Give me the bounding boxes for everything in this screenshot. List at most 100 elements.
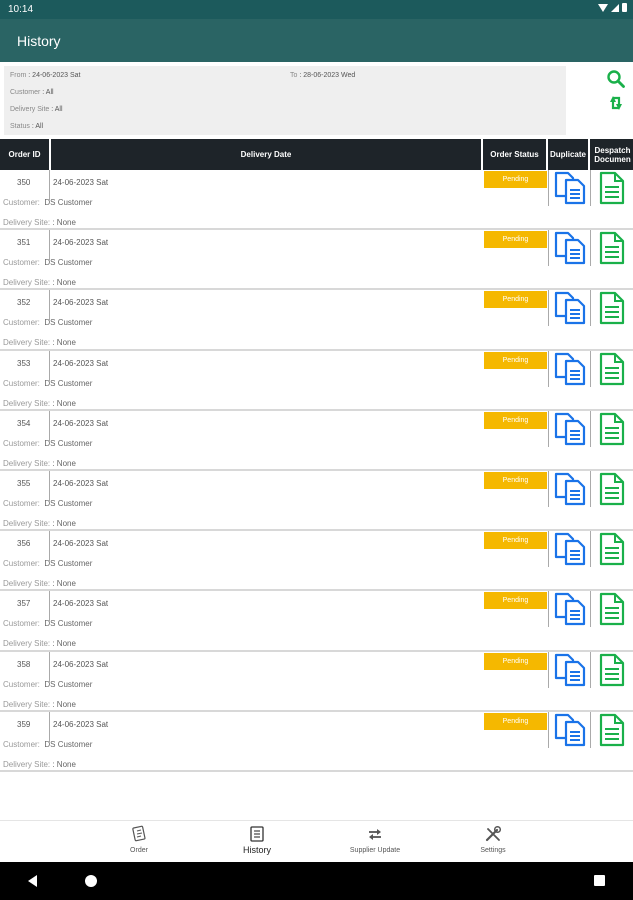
- column-divider: [49, 591, 50, 622]
- table-row[interactable]: 357 24-06-2023 Sat Customer: DS Customer De…: [0, 591, 633, 652]
- history-icon: [250, 826, 264, 842]
- delivery-site-line: Delivery Site: : None: [3, 579, 76, 588]
- back-icon[interactable]: [28, 875, 37, 887]
- column-divider: [49, 230, 50, 261]
- table-row[interactable]: 353 24-06-2023 Sat Customer: DS Customer De…: [0, 350, 633, 411]
- customer-line: Customer: DS Customer: [3, 198, 92, 207]
- status-bar: 10:14: [0, 0, 633, 19]
- home-icon[interactable]: [85, 875, 97, 887]
- duplicate-icon[interactable]: [553, 532, 587, 566]
- column-divider: [548, 410, 549, 447]
- despatch-document-icon[interactable]: [599, 472, 625, 506]
- order-id: 352: [17, 298, 31, 308]
- duplicate-icon[interactable]: [553, 472, 587, 506]
- nav-settings[interactable]: Settings: [453, 825, 533, 854]
- status-badge: Pending: [484, 712, 547, 730]
- delivery-site-line: Delivery Site: : None: [3, 218, 76, 227]
- header-order-id: Order ID: [0, 139, 51, 170]
- delivery-date: 24-06-2023 Sat: [53, 238, 109, 248]
- despatch-document-icon[interactable]: [599, 171, 625, 205]
- filter-customer-label: Customer: [10, 89, 41, 96]
- column-divider: [548, 350, 549, 387]
- delivery-site-value: : None: [52, 398, 76, 408]
- customer-label: Customer:: [3, 258, 40, 268]
- delivery-date: 24-06-2023 Sat: [53, 659, 109, 669]
- customer-value: DS Customer: [44, 679, 93, 689]
- despatch-document-icon[interactable]: [599, 412, 625, 446]
- duplicate-icon[interactable]: [553, 713, 587, 747]
- despatch-document-icon[interactable]: [599, 532, 625, 566]
- header-despatch-document: Despatch Documen: [594, 145, 631, 164]
- table-row[interactable]: 355 24-06-2023 Sat Customer: DS Customer De…: [0, 470, 633, 532]
- customer-label: Customer:: [3, 198, 40, 207]
- duplicate-icon[interactable]: [553, 231, 587, 265]
- customer-label: Customer:: [3, 679, 40, 689]
- duplicate-icon[interactable]: [553, 592, 587, 626]
- column-divider: [590, 711, 591, 748]
- column-divider: [548, 591, 549, 628]
- recents-icon[interactable]: [594, 875, 605, 886]
- search-icon[interactable]: [606, 69, 626, 89]
- delivery-date: 24-06-2023 Sat: [53, 178, 109, 187]
- nav-history[interactable]: History: [217, 825, 297, 855]
- table-row[interactable]: 358 24-06-2023 Sat Customer: DS Customer De…: [0, 651, 633, 712]
- delivery-site-line: Delivery Site: : None: [3, 519, 76, 528]
- order-list: 350 24-06-2023 Sat Customer: DS Customer De…: [0, 170, 633, 772]
- header-order-status: Order Status: [483, 139, 548, 170]
- filter-delivery-site: Delivery Site : All: [10, 106, 63, 113]
- delivery-site-line: Delivery Site: : None: [3, 278, 76, 287]
- system-icons: [598, 3, 627, 12]
- filter-panel[interactable]: From : 24-06-2023 Sat To : 28-06-2023 We…: [4, 66, 566, 135]
- delivery-site-line: Delivery Site: : None: [3, 639, 76, 648]
- delivery-site-label: Delivery Site:: [3, 218, 51, 227]
- nav-history-label: History: [242, 845, 271, 855]
- customer-label: Customer:: [3, 318, 40, 328]
- column-divider: [548, 711, 549, 748]
- order-id: 351: [17, 238, 31, 248]
- column-divider: [49, 410, 50, 441]
- despatch-document-icon[interactable]: [599, 713, 625, 747]
- despatch-document-icon[interactable]: [599, 291, 625, 325]
- despatch-document-icon[interactable]: [599, 352, 625, 386]
- status-badge: Pending: [484, 652, 547, 670]
- despatch-document-icon[interactable]: [599, 592, 625, 626]
- refresh-icon[interactable]: [606, 93, 626, 113]
- customer-value: DS Customer: [44, 378, 93, 388]
- filter-customer: Customer : All: [10, 89, 54, 96]
- nav-supplier-update[interactable]: Supplier Update: [335, 825, 415, 854]
- table-row[interactable]: 352 24-06-2023 Sat Customer: DS Customer De…: [0, 290, 633, 351]
- despatch-document-icon[interactable]: [599, 231, 625, 265]
- status-badge: Pending: [484, 411, 547, 429]
- battery-icon: [622, 3, 627, 12]
- delivery-site-line: Delivery Site: : None: [3, 459, 76, 468]
- table-row[interactable]: 356 24-06-2023 Sat Customer: DS Customer De…: [0, 531, 633, 592]
- table-row[interactable]: 350 24-06-2023 Sat Customer: DS Customer De…: [0, 170, 633, 231]
- duplicate-icon[interactable]: [553, 412, 587, 446]
- customer-line: Customer: DS Customer: [3, 379, 92, 388]
- column-divider: [590, 290, 591, 327]
- duplicate-icon[interactable]: [553, 653, 587, 687]
- sync-icon: [369, 829, 381, 840]
- delivery-date: 24-06-2023 Sat: [53, 539, 109, 549]
- delivery-site-label: Delivery Site:: [3, 639, 51, 649]
- nav-order[interactable]: Order: [99, 825, 179, 854]
- page-title: History: [17, 33, 61, 49]
- system-nav-bar: [0, 862, 633, 900]
- delivery-site-label: Delivery Site:: [3, 278, 51, 288]
- column-divider: [49, 531, 50, 562]
- table-row[interactable]: 351 24-06-2023 Sat Customer: DS Customer De…: [0, 230, 633, 291]
- table-row[interactable]: 359 24-06-2023 Sat Customer: DS Customer De…: [0, 711, 633, 772]
- delivery-date: 24-06-2023 Sat: [53, 719, 109, 729]
- status-badge: Pending: [484, 471, 547, 489]
- table-row[interactable]: 354 24-06-2023 Sat Customer: DS Customer De…: [0, 410, 633, 471]
- duplicate-icon[interactable]: [553, 291, 587, 325]
- column-divider: [590, 651, 591, 688]
- filter-status-label: Status: [10, 123, 30, 130]
- duplicate-icon[interactable]: [553, 352, 587, 386]
- delivery-site-label: Delivery Site:: [3, 338, 51, 348]
- filter-delivery-site-label: Delivery Site: [10, 106, 50, 113]
- order-id: 353: [17, 358, 31, 368]
- despatch-document-icon[interactable]: [599, 653, 625, 687]
- duplicate-icon[interactable]: [553, 171, 587, 205]
- column-divider: [590, 170, 591, 206]
